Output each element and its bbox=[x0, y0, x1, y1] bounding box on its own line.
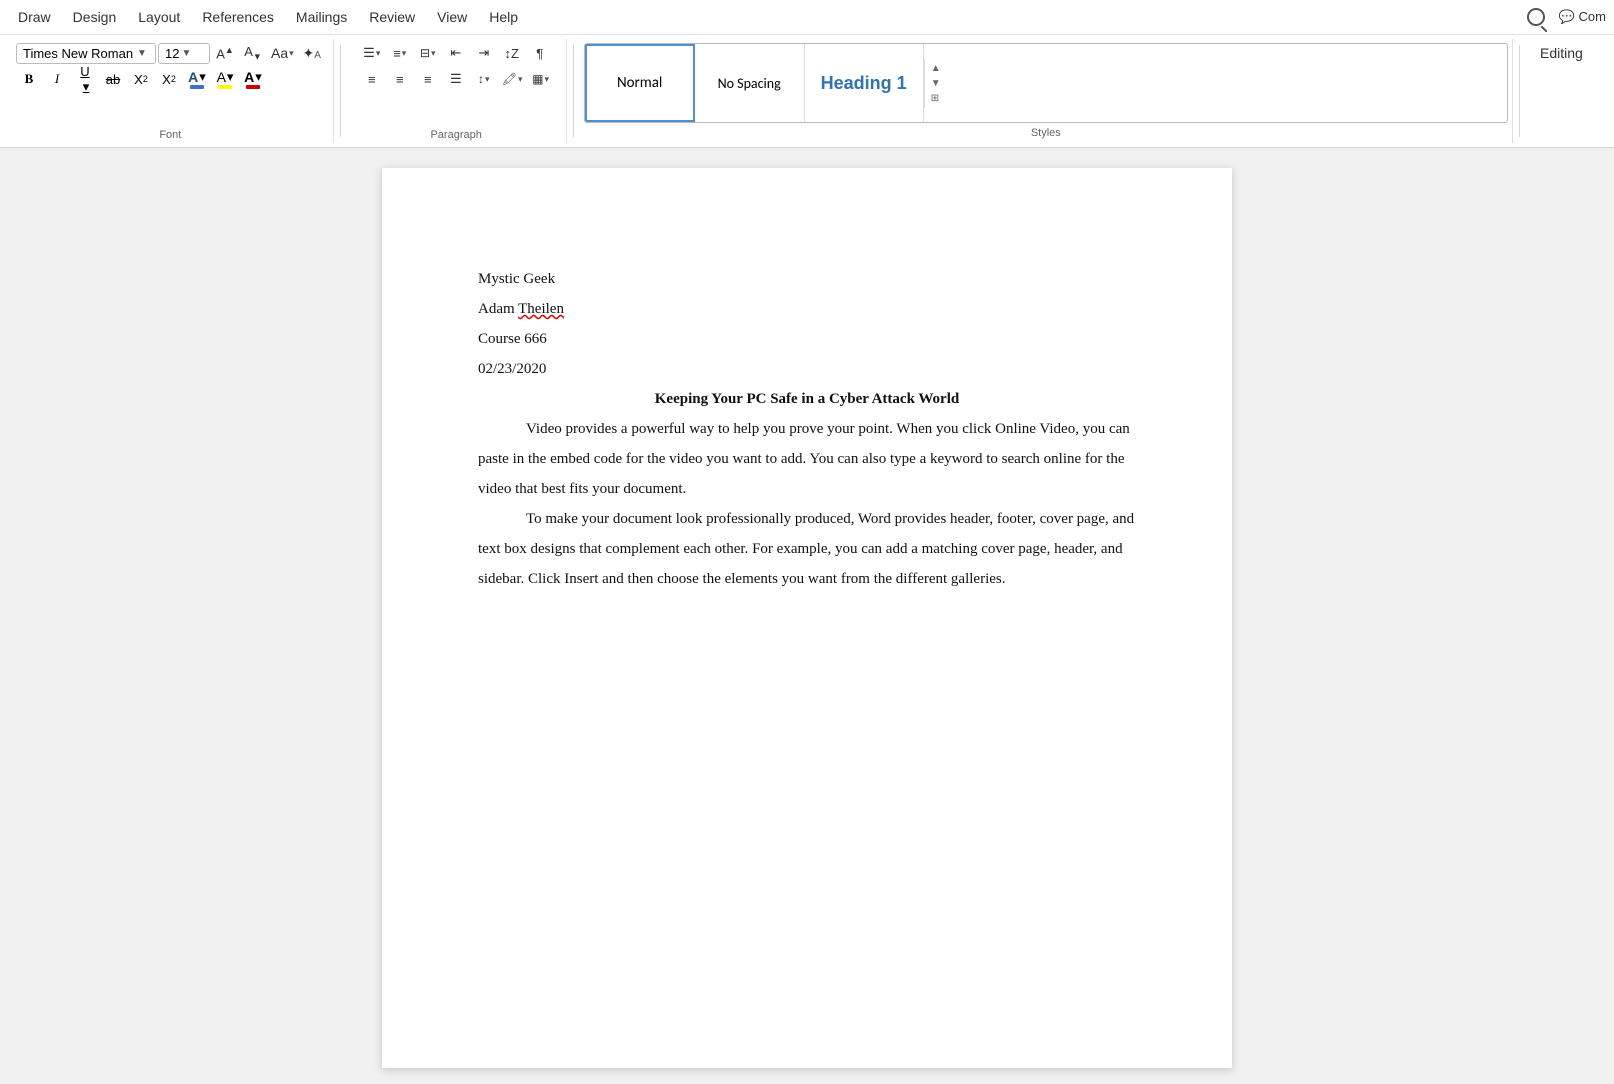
align-left-button[interactable]: ≡ bbox=[359, 67, 385, 91]
menu-draw[interactable]: Draw bbox=[8, 5, 61, 29]
main-toolbar: Times New Roman ▼ 12 ▼ A▲ A▼ Aa bbox=[0, 35, 1614, 147]
style-no-spacing[interactable]: No Spacing bbox=[695, 44, 805, 122]
menu-layout[interactable]: Layout bbox=[128, 5, 190, 29]
styles-scroll-down[interactable]: ▼ bbox=[927, 76, 945, 91]
superscript-button[interactable]: X2 bbox=[156, 67, 182, 91]
style-normal[interactable]: Normal bbox=[585, 44, 695, 122]
font-size-selector[interactable]: 12 ▼ bbox=[158, 43, 210, 64]
sep3 bbox=[1519, 45, 1520, 137]
align-right-button[interactable]: ≡ bbox=[415, 67, 441, 91]
doc-line2-misspelled: Theilen bbox=[518, 301, 564, 317]
bullets-button[interactable]: ☰▾ bbox=[359, 41, 385, 65]
styles-group: Normal No Spacing Heading 1 ▲ ▼ ⊞ bbox=[580, 39, 1513, 143]
text-color-button[interactable]: A ▾ bbox=[240, 67, 266, 91]
multilevel-list-button[interactable]: ⊟▾ bbox=[415, 41, 441, 65]
doc-para2: To make your document look professionall… bbox=[478, 504, 1136, 594]
italic-button[interactable]: I bbox=[44, 67, 70, 91]
doc-line-4: 02/23/2020 bbox=[478, 354, 1136, 384]
font-name-arrow: ▼ bbox=[137, 48, 147, 59]
align-center-button[interactable]: ≡ bbox=[387, 67, 413, 91]
borders-button[interactable]: ▦▾ bbox=[528, 67, 554, 91]
sep2 bbox=[573, 45, 574, 137]
styles-scroll-up[interactable]: ▲ bbox=[927, 61, 945, 76]
font-size-arrow: ▼ bbox=[181, 48, 191, 59]
doc-para1: Video provides a powerful way to help yo… bbox=[478, 414, 1136, 504]
style-heading1[interactable]: Heading 1 bbox=[805, 44, 924, 122]
font-group: Times New Roman ▼ 12 ▼ A▲ A▼ Aa bbox=[8, 39, 334, 143]
menu-bar: Draw Design Layout References Mailings R… bbox=[0, 0, 1614, 35]
menu-help[interactable]: Help bbox=[479, 5, 528, 29]
underline-button[interactable]: U ▾ bbox=[72, 67, 98, 91]
justify-button[interactable]: ☰ bbox=[443, 67, 469, 91]
style-normal-label: Normal bbox=[617, 74, 662, 92]
editing-group: Editing bbox=[1526, 39, 1606, 143]
font-size-value: 12 bbox=[165, 46, 179, 61]
menu-view[interactable]: View bbox=[427, 5, 477, 29]
shading-button[interactable]: 🖍▾ bbox=[499, 67, 526, 91]
menu-review[interactable]: Review bbox=[359, 5, 425, 29]
document-page[interactable]: Mystic Geek Adam Theilen Course 666 02/2… bbox=[382, 168, 1232, 1068]
font-name-selector[interactable]: Times New Roman ▼ bbox=[16, 43, 156, 64]
doc-line2-prefix: Adam bbox=[478, 301, 518, 317]
decrease-indent-button[interactable]: ⇤ bbox=[443, 41, 469, 65]
styles-scroll-controls: ▲ ▼ ⊞ bbox=[924, 59, 947, 108]
sort-button[interactable]: ↕Z bbox=[499, 41, 525, 65]
styles-gallery: Normal No Spacing Heading 1 ▲ ▼ ⊞ bbox=[584, 43, 1508, 123]
style-heading1-label: Heading 1 bbox=[821, 73, 907, 94]
styles-expand[interactable]: ⊞ bbox=[927, 91, 945, 106]
increase-indent-button[interactable]: ⇥ bbox=[471, 41, 497, 65]
paragraph-group-label: Paragraph bbox=[430, 125, 481, 141]
font-group-label: Font bbox=[159, 125, 181, 141]
numbering-button[interactable]: ≡▾ bbox=[387, 41, 413, 65]
show-paragraph-button[interactable]: ¶ bbox=[527, 41, 553, 65]
doc-line-1: Mystic Geek bbox=[478, 264, 1136, 294]
editing-button[interactable]: Editing bbox=[1534, 41, 1589, 65]
menu-references[interactable]: References bbox=[192, 5, 284, 29]
strikethrough-button[interactable]: ab bbox=[100, 67, 126, 91]
styles-group-label: Styles bbox=[1031, 123, 1061, 139]
font-shrink-button[interactable]: A▼ bbox=[240, 41, 266, 65]
search-icon bbox=[1527, 8, 1545, 26]
style-no-spacing-label: No Spacing bbox=[718, 75, 781, 92]
highlight-color-button[interactable]: A ▾ bbox=[212, 67, 238, 91]
bold-button[interactable]: B bbox=[16, 67, 42, 91]
line-spacing-button[interactable]: ↕▾ bbox=[471, 67, 497, 91]
doc-line-3: Course 666 bbox=[478, 324, 1136, 354]
change-case-button[interactable]: Aa ▾ bbox=[268, 41, 297, 65]
search-button[interactable] bbox=[1519, 4, 1553, 30]
subscript-button[interactable]: X2 bbox=[128, 67, 154, 91]
menu-design[interactable]: Design bbox=[63, 5, 127, 29]
font-grow-button[interactable]: A▲ bbox=[212, 41, 238, 65]
menu-mailings[interactable]: Mailings bbox=[286, 5, 357, 29]
clear-formatting-button[interactable]: ✦A bbox=[299, 41, 325, 65]
document-area: Mystic Geek Adam Theilen Course 666 02/2… bbox=[0, 148, 1614, 1084]
doc-title: Keeping Your PC Safe in a Cyber Attack W… bbox=[478, 384, 1136, 414]
sep1 bbox=[340, 45, 341, 137]
paragraph-group: ☰▾ ≡▾ ⊟▾ ⇤ ⇥ ↕Z bbox=[347, 39, 567, 143]
font-color-button[interactable]: A ▾ bbox=[184, 67, 210, 91]
doc-line-2: Adam Theilen bbox=[478, 294, 1136, 324]
comment-button[interactable]: 💬 Com bbox=[1559, 9, 1606, 25]
font-name-value: Times New Roman bbox=[23, 46, 133, 61]
